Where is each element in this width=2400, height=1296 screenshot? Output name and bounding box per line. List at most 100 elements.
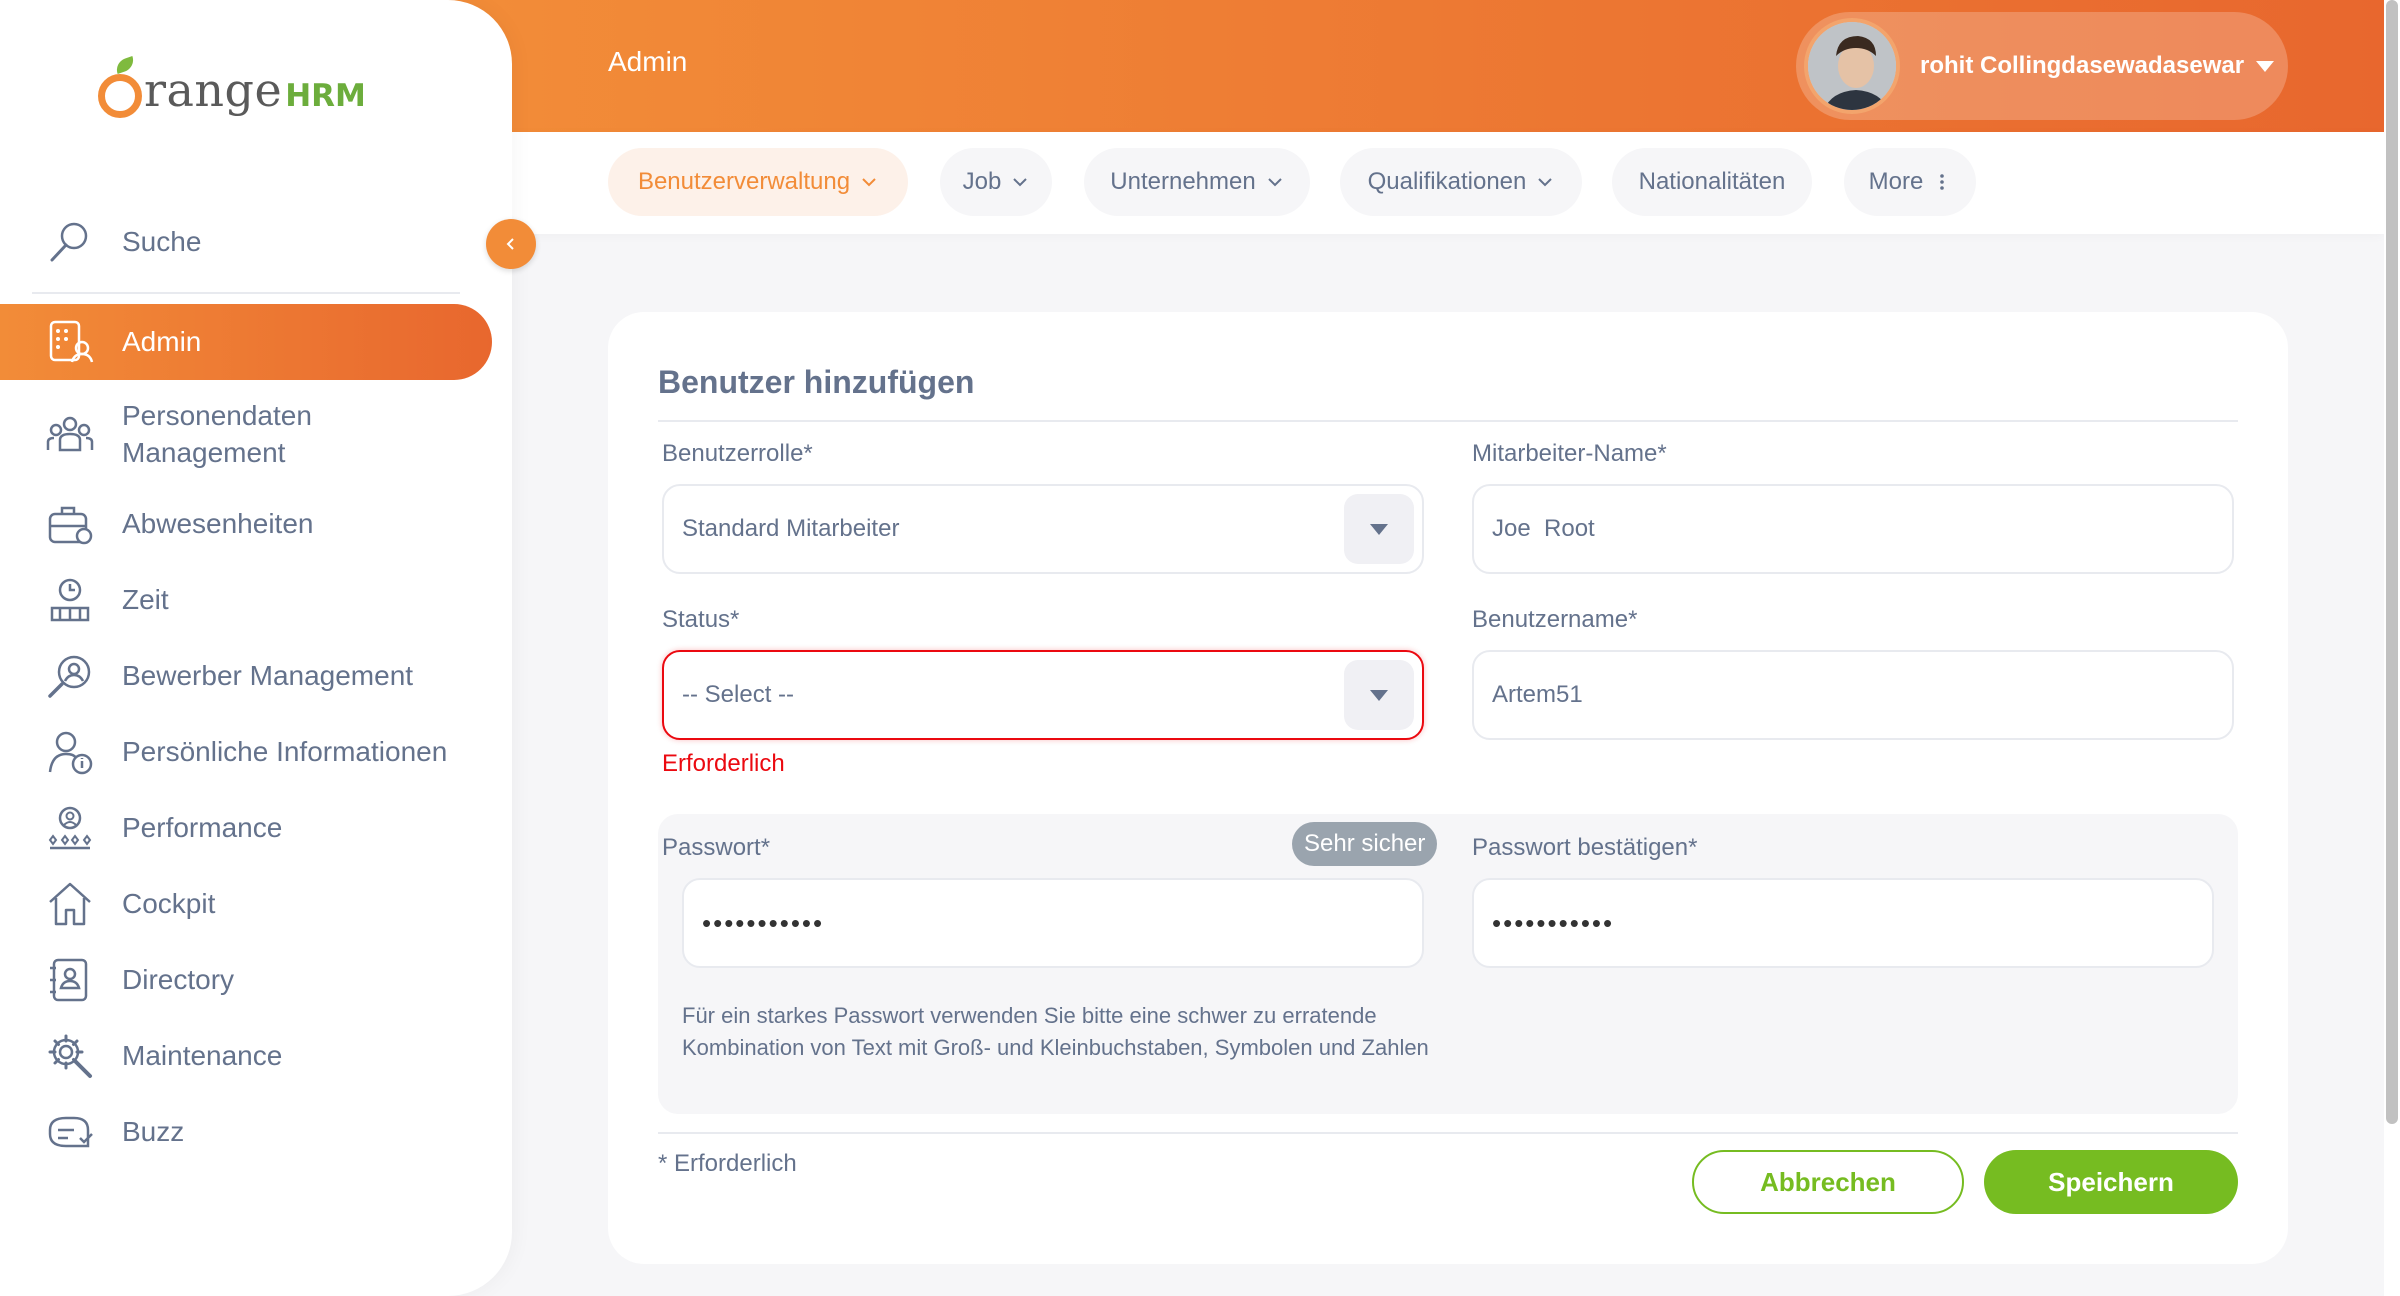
sidebar-divider bbox=[32, 292, 460, 294]
directory-icon bbox=[50, 958, 88, 1002]
chevron-down-icon bbox=[1267, 178, 1282, 187]
employee-name-input[interactable]: Joe Root bbox=[1472, 484, 2234, 574]
password-value: ••••••••••• bbox=[702, 907, 825, 938]
sidebar-item-admin[interactable]: Admin bbox=[0, 304, 492, 380]
status-select[interactable]: -- Select -- bbox=[662, 650, 1424, 740]
gear-icon bbox=[48, 1034, 92, 1078]
form-title: Benutzer hinzufügen bbox=[658, 364, 975, 400]
tab-label: Qualifikationen bbox=[1367, 168, 1527, 195]
sidebar-item-label: Zeit bbox=[122, 584, 169, 615]
tab-more[interactable]: More bbox=[1844, 148, 1976, 216]
time-icon bbox=[50, 578, 90, 622]
sidebar-item-label: Persönliche Informationen bbox=[122, 736, 448, 767]
sidebar-item-label: Abwesenheiten bbox=[122, 508, 314, 539]
title-divider bbox=[658, 420, 2238, 422]
username-value: Artem51 bbox=[1492, 681, 1583, 708]
sidebar-search[interactable]: Suche bbox=[0, 204, 492, 280]
status-label: Status* bbox=[662, 606, 740, 633]
chevron-left-icon bbox=[506, 238, 514, 250]
confirm-password-input[interactable]: ••••••••••• bbox=[1472, 878, 2214, 968]
status-value: -- Select -- bbox=[682, 681, 795, 708]
employee-name-value: Joe Root bbox=[1492, 515, 1595, 542]
sidebar-item-recruitment[interactable]: Bewerber Management bbox=[0, 638, 492, 714]
sidebar-item-directory[interactable]: Directory bbox=[0, 942, 492, 1018]
password-label: Passwort* bbox=[662, 834, 771, 861]
confirm-password-label: Passwort bestätigen* bbox=[1472, 834, 1698, 861]
performance-icon bbox=[48, 806, 92, 850]
tab-label: Unternehmen bbox=[1110, 168, 1256, 195]
tab-job[interactable]: Job bbox=[940, 148, 1052, 216]
chevron-down-icon bbox=[1538, 178, 1553, 187]
sidebar-item-label: Personendaten Management bbox=[122, 400, 312, 468]
orangehrm-logo: range HRM bbox=[98, 62, 366, 118]
sidebar-item-pim[interactable]: Personendaten Management bbox=[0, 396, 492, 472]
sidebar-item-label: Bewerber Management bbox=[122, 660, 414, 691]
people-icon bbox=[46, 416, 94, 452]
caret-down-icon bbox=[2256, 60, 2275, 72]
my-info-icon bbox=[48, 731, 93, 775]
sidebar-item-maintenance[interactable]: Maintenance bbox=[0, 1018, 492, 1094]
user-dropdown[interactable]: rohit Collingdasewadasewar bbox=[1796, 12, 2288, 120]
chat-icon bbox=[48, 1116, 93, 1148]
user-role-value: Standard Mitarbeiter bbox=[682, 515, 900, 542]
sidebar-item-time[interactable]: Zeit bbox=[0, 562, 492, 638]
caret-down-icon bbox=[1370, 689, 1388, 701]
chevron-down-icon bbox=[1013, 178, 1028, 187]
username-label: Benutzername* bbox=[1472, 606, 1638, 633]
status-error-message: Erforderlich bbox=[662, 750, 785, 777]
tab-label: Nationalitäten bbox=[1638, 168, 1786, 195]
more-vertical-icon bbox=[1940, 174, 1945, 190]
sidebar-item-dashboard[interactable]: Cockpit bbox=[0, 866, 492, 942]
sidebar: range HRM Suche Admin Personendaten Mana… bbox=[0, 0, 512, 1296]
add-user-card: Benutzer hinzufügen Benutzerrolle* Stand… bbox=[608, 312, 2288, 1264]
chevron-down-icon bbox=[862, 178, 876, 187]
sidebar-item-my-info[interactable]: Persönliche Informationen bbox=[0, 714, 492, 790]
sidebar-item-label: Performance bbox=[122, 812, 283, 843]
username-input[interactable]: Artem51 bbox=[1472, 650, 2234, 740]
tab-nationalities[interactable]: Nationalitäten bbox=[1612, 148, 1812, 216]
logo-text: range bbox=[144, 63, 283, 117]
user-name: rohit Collingdasewadasewar bbox=[1920, 52, 2245, 79]
sidebar-item-label: Directory bbox=[122, 964, 235, 995]
cancel-button[interactable]: Abbrechen bbox=[1692, 1150, 1964, 1214]
sidebar-item-label: Buzz bbox=[122, 1116, 185, 1147]
password-input[interactable]: ••••••••••• bbox=[682, 878, 1424, 968]
scrollbar-thumb[interactable] bbox=[2386, 0, 2398, 1124]
footer-divider bbox=[658, 1132, 2238, 1134]
tab-organization[interactable]: Unternehmen bbox=[1084, 148, 1310, 216]
dropdown-toggle[interactable] bbox=[1344, 660, 1414, 730]
leave-icon bbox=[48, 506, 93, 545]
home-icon bbox=[49, 882, 91, 926]
scrollbar[interactable] bbox=[2384, 0, 2400, 1296]
employee-name-label: Mitarbeiter-Name* bbox=[1472, 440, 1667, 467]
caret-down-icon bbox=[1370, 523, 1388, 535]
search-label: Suche bbox=[122, 226, 202, 257]
password-hint: Für ein starkes Passwort verwenden Sie b… bbox=[682, 1003, 1429, 1060]
dropdown-toggle[interactable] bbox=[1344, 494, 1414, 564]
admin-icon bbox=[49, 320, 94, 363]
user-role-select[interactable]: Standard Mitarbeiter bbox=[662, 484, 1424, 574]
user-role-label: Benutzerrolle* bbox=[662, 440, 813, 467]
sidebar-item-label: Cockpit bbox=[122, 888, 216, 919]
tab-label: Benutzerverwaltung bbox=[637, 168, 851, 195]
logo-orange-mark bbox=[98, 74, 142, 118]
sidebar-item-label: Admin bbox=[122, 326, 202, 357]
save-button[interactable]: Speichern bbox=[1984, 1150, 2238, 1214]
collapse-sidebar-button[interactable] bbox=[486, 219, 536, 269]
required-note: * Erforderlich bbox=[658, 1150, 797, 1177]
avatar bbox=[1804, 18, 1900, 114]
tab-qualifications[interactable]: Qualifikationen bbox=[1340, 148, 1582, 216]
sidebar-item-label: Maintenance bbox=[122, 1040, 283, 1071]
page-title: Admin bbox=[608, 46, 688, 77]
tab-label: More bbox=[1868, 168, 1924, 195]
sidebar-item-buzz[interactable]: Buzz bbox=[0, 1094, 492, 1170]
tab-user-management[interactable]: Benutzerverwaltung bbox=[608, 148, 908, 216]
search-icon bbox=[50, 222, 88, 262]
logo-hrm-text: HRM bbox=[285, 78, 366, 114]
recruitment-icon bbox=[48, 655, 91, 698]
password-strength-badge: Sehr sicher bbox=[1292, 822, 1438, 866]
confirm-password-value: ••••••••••• bbox=[1492, 907, 1615, 938]
sidebar-item-leave[interactable]: Abwesenheiten bbox=[0, 486, 492, 562]
tab-label: Job bbox=[962, 168, 1002, 195]
sidebar-item-performance[interactable]: Performance bbox=[0, 790, 492, 866]
